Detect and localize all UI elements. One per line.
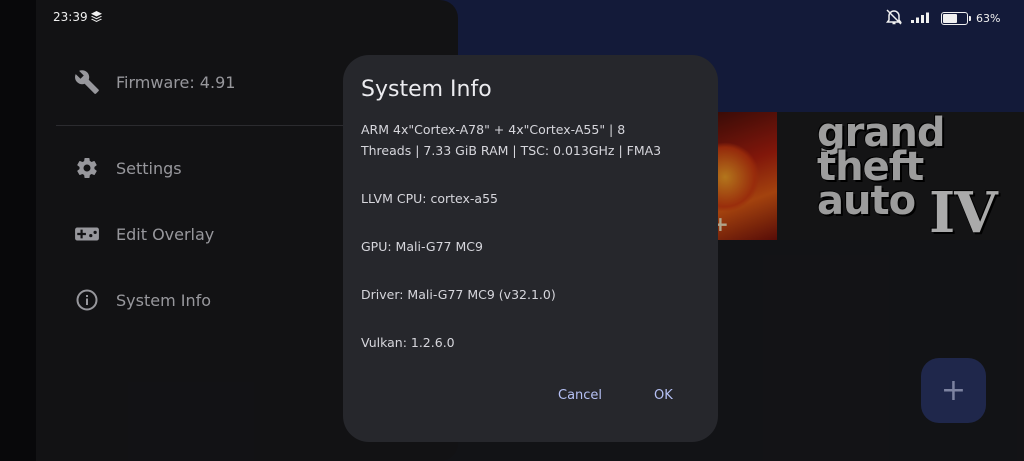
status-bar: 23:39 63%: [0, 0, 1024, 34]
gpu-info: GPU: Mali-G77 MC9: [361, 239, 483, 254]
system-info-dialog: System Info ARM 4x"Cortex-A78" + 4x"Cort…: [343, 55, 718, 442]
driver-info: Driver: Mali-G77 MC9 (v32.1.0): [361, 287, 556, 302]
battery-percent: 63%: [976, 12, 1001, 25]
cancel-button[interactable]: Cancel: [552, 386, 608, 405]
cpu-info-line-2: Threads | 7.33 GiB RAM | TSC: 0.013GHz |…: [361, 143, 662, 158]
signal-icon: [911, 11, 933, 26]
vulkan-info: Vulkan: 1.2.6.0: [361, 335, 455, 350]
dialog-actions: Cancel OK: [343, 386, 718, 410]
mute-icon: [885, 9, 903, 28]
screen: + grand theft auto IV + Firmware: 4.91 S…: [0, 0, 1024, 461]
dialog-title: System Info: [361, 77, 492, 102]
ok-button[interactable]: OK: [648, 386, 679, 405]
battery-icon: [941, 12, 971, 25]
status-icons: 63%: [885, 9, 1000, 28]
status-time: 23:39: [53, 10, 88, 24]
llvm-cpu-info: LLVM CPU: cortex-a55: [361, 191, 498, 206]
stack-icon: [91, 11, 102, 25]
cpu-info-line-1: ARM 4x"Cortex-A78" + 4x"Cortex-A55" | 8: [361, 122, 626, 137]
